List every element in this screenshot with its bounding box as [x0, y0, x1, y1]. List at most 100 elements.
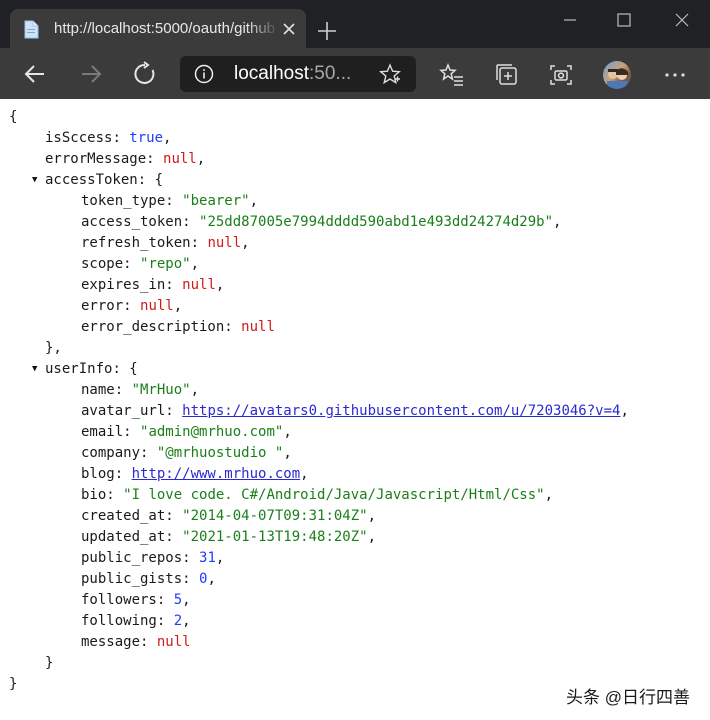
json-key: message — [81, 634, 141, 650]
json-key: public_repos — [81, 550, 183, 566]
json-key: error — [81, 298, 124, 314]
open-brace: { — [9, 109, 18, 125]
profile-avatar[interactable] — [603, 61, 631, 89]
back-icon[interactable] — [22, 61, 48, 87]
json-value: "bearer" — [182, 193, 250, 209]
screenshot-icon[interactable] — [548, 62, 574, 88]
json-key: following — [81, 613, 157, 629]
star-outline-icon[interactable] — [379, 63, 401, 85]
json-key: token_type — [81, 193, 166, 209]
close-object-brace: }, — [45, 340, 62, 356]
json-row-updated_at: updated_at: "2021-01-13T19:48:20Z", — [81, 529, 377, 545]
json-row-refresh_token: refresh_token: null, — [81, 235, 250, 251]
json-value: "2021-01-13T19:48:20Z" — [182, 529, 368, 545]
window-close-icon[interactable] — [672, 10, 692, 30]
json-value: true — [129, 130, 164, 146]
json-key: accessToken — [45, 172, 138, 188]
json-key: created_at — [81, 508, 166, 524]
json-row-scope: scope: "repo", — [81, 256, 200, 272]
json-row-public_gists: public_gists: 0, — [81, 571, 216, 587]
address-host: localhost — [234, 63, 309, 84]
json-row-following: following: 2, — [81, 613, 191, 629]
json-key: followers — [81, 592, 157, 608]
close-object-brace: } — [45, 655, 54, 671]
json-key: email — [81, 424, 124, 440]
favorites-icon[interactable] — [439, 62, 465, 88]
json-key: name — [81, 382, 115, 398]
refresh-icon[interactable] — [132, 61, 158, 87]
json-value: "admin@mrhuo.com" — [140, 424, 284, 440]
json-row-accessToken: accessToken: { — [45, 172, 164, 188]
json-row-userInfo: userInfo: { — [45, 361, 138, 377]
address-text: localhost:50... — [234, 63, 351, 85]
collapse-arrow-icon[interactable]: ▼ — [32, 364, 37, 374]
json-value: "MrHuo" — [131, 382, 191, 398]
info-icon[interactable] — [194, 64, 214, 84]
json-value: null — [241, 319, 275, 335]
json-value: 31 — [199, 550, 216, 566]
json-row-error: error: null, — [81, 298, 183, 314]
navigation-toolbar: localhost:50... — [0, 48, 710, 99]
json-value: 2 — [173, 613, 183, 629]
minimize-icon[interactable] — [560, 10, 580, 30]
json-row-isSccess: isSccess: true, — [45, 130, 172, 146]
forward-icon[interactable] — [78, 61, 104, 87]
json-row-email: email: "admin@mrhuo.com", — [81, 424, 292, 440]
json-row-bio: bio: "I love code. C#/Android/Java/Javas… — [81, 487, 554, 503]
json-value: "repo" — [140, 256, 191, 272]
json-key: bio — [81, 487, 107, 503]
json-value: 0 — [199, 571, 208, 587]
json-key: expires_in — [81, 277, 166, 293]
json-value: "I love code. C#/Android/Java/Javascript… — [123, 487, 545, 503]
json-key: blog — [81, 466, 115, 482]
json-key: userInfo — [45, 361, 113, 377]
json-key: access_token — [81, 214, 183, 230]
json-value: 5 — [173, 592, 183, 608]
json-key: public_gists — [81, 571, 183, 587]
collapse-arrow-icon[interactable]: ▼ — [32, 175, 37, 185]
address-port: :50... — [309, 63, 352, 84]
collections-icon[interactable] — [494, 62, 520, 88]
json-row-company: company: "@mrhuostudio ", — [81, 445, 292, 461]
json-row-errorMessage: errorMessage: null, — [45, 151, 206, 167]
json-row-public_repos: public_repos: 31, — [81, 550, 225, 566]
plus-icon[interactable] — [316, 20, 338, 42]
json-row-error_description: error_description: null — [81, 319, 275, 335]
json-key: company — [81, 445, 141, 461]
close-brace: } — [9, 676, 18, 692]
avatar-image — [607, 68, 628, 89]
json-value: "25dd87005e7994dddd590abd1e493dd24274d29… — [199, 214, 554, 230]
json-key: isSccess — [45, 130, 113, 146]
json-row-followers: followers: 5, — [81, 592, 191, 608]
json-value: null — [140, 298, 174, 314]
tab-title: http://localhost:5000/oauth/github — [54, 20, 276, 37]
json-value: "2014-04-07T09:31:04Z" — [182, 508, 368, 524]
json-row-expires_in: expires_in: null, — [81, 277, 225, 293]
tab-strip: http://localhost:5000/oauth/github — [0, 0, 710, 48]
json-row-created_at: created_at: "2014-04-07T09:31:04Z", — [81, 508, 377, 524]
maximize-icon[interactable] — [614, 10, 634, 30]
json-key: errorMessage — [45, 151, 147, 167]
json-value: null — [207, 235, 242, 251]
json-value: null — [156, 634, 191, 650]
json-value: "@mrhuostudio " — [156, 445, 284, 461]
json-value: null — [182, 277, 216, 293]
json-row-blog: blog: http://www.mrhuo.com, — [81, 466, 309, 482]
json-value: null — [163, 151, 197, 167]
json-row-avatar_url: avatar_url: https://avatars0.githubuserc… — [81, 403, 629, 419]
json-key: error_description — [81, 319, 225, 335]
json-row-message: message: null — [81, 634, 191, 650]
active-tab[interactable]: http://localhost:5000/oauth/github — [10, 9, 306, 48]
json-key: refresh_token — [81, 235, 191, 251]
more-icon[interactable] — [662, 62, 688, 88]
address-bar[interactable]: localhost:50... — [180, 56, 416, 92]
json-row-token_type: token_type: "bearer", — [81, 193, 259, 209]
json-key: avatar_url — [81, 403, 166, 419]
watermark: 头条 @日行四善 — [566, 688, 690, 707]
json-key: updated_at — [81, 529, 166, 545]
avatar-url-link[interactable]: https://avatars0.githubusercontent.com/u… — [182, 403, 620, 419]
json-key: scope — [81, 256, 124, 272]
blog-link[interactable]: http://www.mrhuo.com — [132, 466, 301, 482]
close-icon[interactable] — [280, 20, 298, 38]
json-row-name: name: "MrHuo", — [81, 382, 200, 398]
